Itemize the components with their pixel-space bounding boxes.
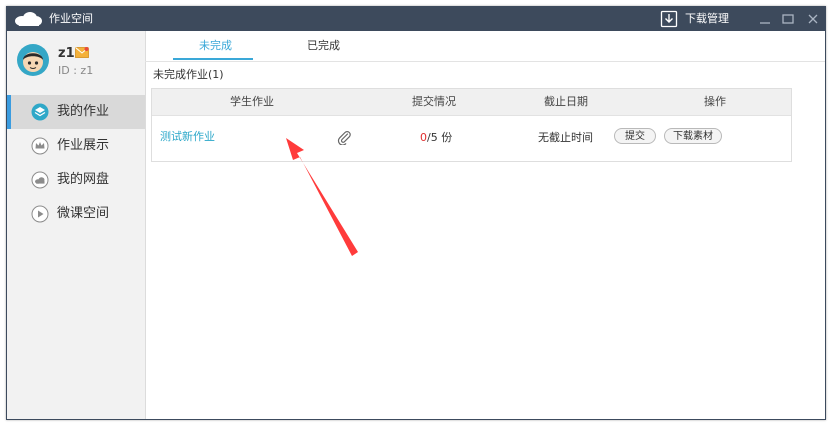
submission-count: 0/5 份: [420, 131, 452, 145]
minimize-icon[interactable]: [757, 11, 773, 27]
column-header-submission: 提交情况: [412, 95, 456, 108]
active-tab-indicator: [173, 58, 253, 60]
username: z1: [58, 46, 75, 61]
title-bar: 作业空间 下载管理: [7, 7, 825, 31]
tab-bar: 未完成 已完成: [145, 31, 825, 62]
download-materials-button[interactable]: 下载素材: [664, 128, 722, 144]
download-icon[interactable]: [660, 10, 678, 28]
column-header-actions: 操作: [704, 95, 726, 108]
total-count: /5 份: [427, 131, 453, 144]
submit-button[interactable]: 提交: [614, 128, 656, 144]
window-title: 作业空间: [49, 12, 93, 25]
sidebar-item-my-homework[interactable]: 我的作业: [7, 95, 145, 129]
table-row: 测试新作业 0/5 份 无截止时间 提交 下载素材: [152, 116, 791, 160]
submitted-count: 0: [420, 131, 427, 144]
column-header-deadline: 截止日期: [544, 95, 588, 108]
sidebar-item-label: 微课空间: [57, 206, 110, 221]
paperclip-icon[interactable]: [336, 129, 352, 145]
sidebar-item-label: 我的网盘: [57, 172, 110, 187]
tab-finished[interactable]: 已完成: [307, 39, 340, 53]
table-header: 学生作业 提交情况 截止日期 操作: [152, 89, 791, 116]
tab-unfinished[interactable]: 未完成: [199, 39, 232, 53]
homework-table: 学生作业 提交情况 截止日期 操作 测试新作业 0/5 份 无截止时间 提交 下…: [151, 88, 792, 162]
column-header-homework: 学生作业: [230, 95, 274, 108]
mail-icon[interactable]: [75, 47, 89, 58]
cloud-logo-icon: [15, 12, 42, 26]
avatar[interactable]: [16, 43, 50, 77]
crown-icon: [31, 137, 49, 155]
cloud-icon: [31, 171, 49, 189]
deadline-value: 无截止时间: [538, 131, 593, 144]
sidebar-item-label: 我的作业: [57, 104, 110, 119]
app-window: 作业空间 下载管理 z1 ID : z1 我的作业 作业展示 我的网盘 微课空间…: [6, 6, 826, 420]
sidebar-item-label: 作业展示: [57, 138, 110, 153]
user-id: ID : z1: [58, 64, 94, 77]
sidebar-item-homework-showcase[interactable]: 作业展示: [7, 129, 145, 163]
sidebar-item-cloud-drive[interactable]: 我的网盘: [7, 163, 145, 197]
maximize-icon[interactable]: [780, 11, 796, 27]
sidebar: z1 ID : z1 我的作业 作业展示 我的网盘 微课空间: [7, 31, 146, 419]
download-manager-button[interactable]: 下载管理: [685, 12, 729, 26]
homework-title-link[interactable]: 测试新作业: [160, 130, 215, 144]
sidebar-item-micro-course[interactable]: 微课空间: [7, 197, 145, 231]
play-icon: [31, 205, 49, 223]
section-title: 未完成作业(1): [153, 68, 224, 81]
layers-icon: [31, 103, 49, 121]
close-icon[interactable]: [805, 11, 821, 27]
